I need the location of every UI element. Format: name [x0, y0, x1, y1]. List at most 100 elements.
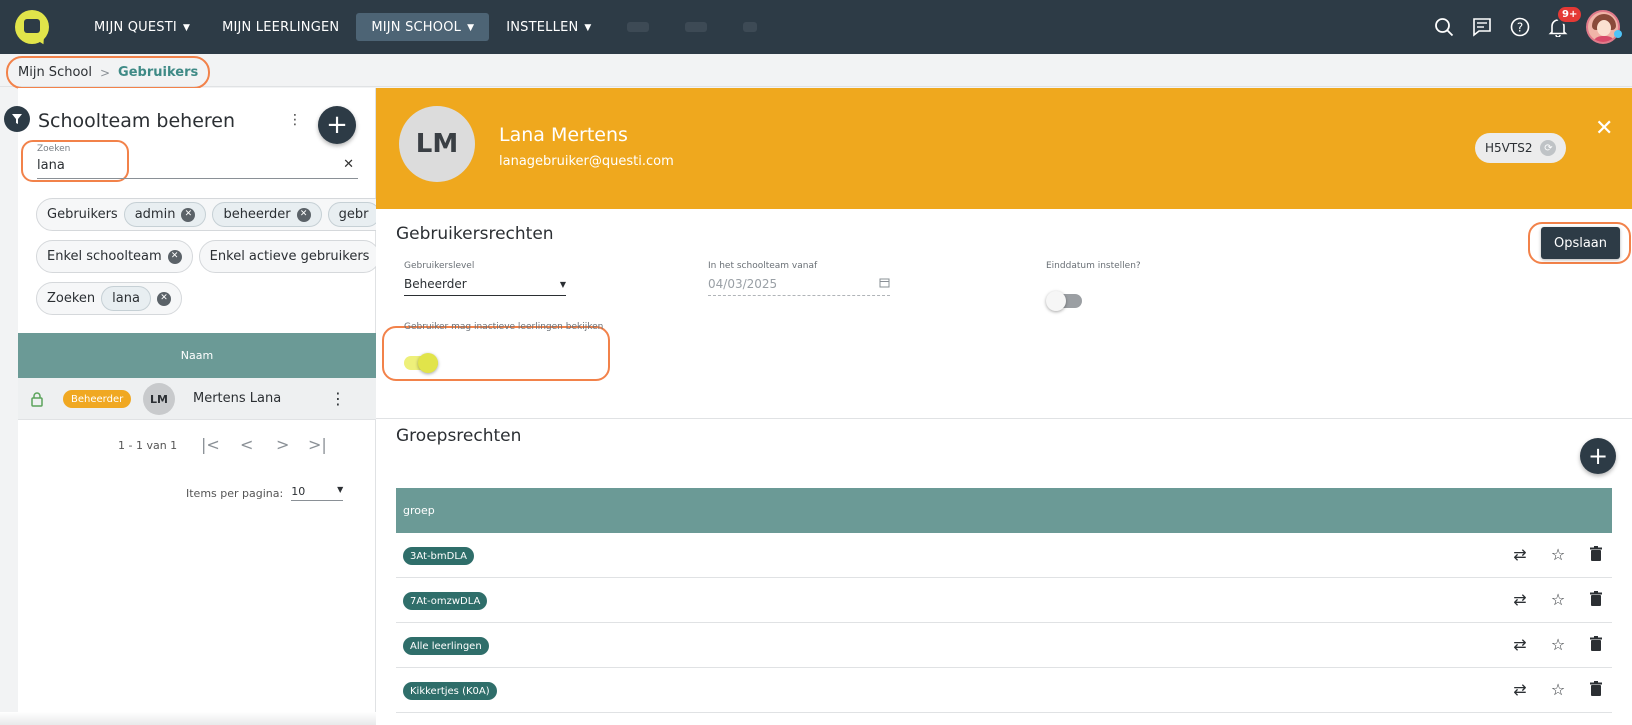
- calendar-icon[interactable]: [879, 277, 890, 291]
- first-page-icon[interactable]: |<: [201, 435, 220, 454]
- start-date-field[interactable]: In het schoolteam vanaf 04/03/2025: [708, 261, 890, 296]
- clear-search-icon[interactable]: ✕: [343, 157, 354, 172]
- star-icon[interactable]: ☆: [1548, 589, 1568, 609]
- nav-mijn-questi[interactable]: MIJN QUESTI ▼: [79, 13, 205, 41]
- nav-mijn-school[interactable]: MIJN SCHOOL ▼: [356, 13, 490, 41]
- search-icon[interactable]: [1434, 17, 1454, 37]
- toggle-knob: [418, 353, 438, 373]
- breadcrumb: Mijn School > Gebruikers: [6, 56, 211, 89]
- tag-label: admin: [134, 207, 176, 222]
- previous-page-icon[interactable]: <: [240, 435, 253, 454]
- group-tag: Kikkertjes (K0A): [403, 682, 497, 700]
- add-group-button[interactable]: +: [1580, 438, 1616, 474]
- filter-chip-zoeken[interactable]: Zoeken lana ✕: [36, 282, 182, 315]
- filter-tag-admin[interactable]: admin ✕: [123, 202, 207, 227]
- filter-chip-actieve-gebruikers[interactable]: Enkel actieve gebruikers: [198, 240, 376, 273]
- star-icon[interactable]: ☆: [1548, 544, 1568, 564]
- user-level-select[interactable]: Gebruikerslevel Beheerder ▼: [404, 261, 566, 296]
- remove-icon[interactable]: ✕: [167, 249, 182, 264]
- table-row: Alle leerlingen ⇄ ☆: [396, 623, 1612, 668]
- profile-name: Lana Mertens: [499, 124, 628, 146]
- blurred-nav-item: [684, 22, 707, 32]
- user-name[interactable]: Mertens Lana: [193, 391, 281, 406]
- section-title-rechten: Gebruikersrechten: [396, 224, 554, 244]
- next-page-icon[interactable]: >: [276, 435, 289, 454]
- nav-mijn-leerlingen[interactable]: MIJN LEERLINGEN: [207, 13, 354, 41]
- filter-chip-gebruikers[interactable]: Gebruikers admin ✕ beheerder ✕ gebr: [36, 198, 376, 231]
- filter-tag-gebruiker[interactable]: gebr: [327, 202, 376, 227]
- chip-label: Enkel actieve gebruikers: [209, 249, 370, 264]
- active-filters: Gebruikers admin ✕ beheerder ✕ gebr Enke…: [36, 198, 376, 318]
- section-title-groepen: Groepsrechten: [396, 426, 522, 446]
- filter-tag-beheerder[interactable]: beheerder ✕: [212, 202, 322, 227]
- star-icon[interactable]: ☆: [1548, 634, 1568, 654]
- delete-icon[interactable]: [1586, 589, 1606, 609]
- nav-instellen[interactable]: INSTELLEN ▼: [491, 13, 606, 41]
- footer-shadow: [0, 712, 376, 725]
- chat-icon[interactable]: [1472, 17, 1492, 37]
- chip-label: Zoeken: [47, 291, 96, 306]
- save-button[interactable]: Opslaan: [1541, 227, 1620, 259]
- filter-toggle-button[interactable]: [4, 106, 30, 132]
- search-value[interactable]: lana: [37, 158, 65, 173]
- remove-icon[interactable]: ✕: [156, 291, 171, 306]
- bell-icon[interactable]: 9+: [1548, 5, 1584, 38]
- column-groep[interactable]: groep: [403, 504, 435, 517]
- swap-icon[interactable]: ⇄: [1510, 634, 1530, 654]
- table-header: Naam: [18, 333, 376, 378]
- swap-icon[interactable]: ⇄: [1510, 679, 1530, 699]
- remove-icon[interactable]: ✕: [181, 207, 196, 222]
- close-icon[interactable]: ✕: [1595, 116, 1613, 141]
- chip-label: Gebruikers: [47, 207, 118, 222]
- column-naam[interactable]: Naam: [181, 349, 213, 362]
- delete-icon[interactable]: [1586, 544, 1606, 564]
- toggle-knob: [1046, 291, 1066, 311]
- filter-chip-enkel-schoolteam[interactable]: Enkel schoolteam ✕: [36, 240, 193, 273]
- profile-header: LM Lana Mertens lanagebruiker@questi.com…: [376, 88, 1632, 209]
- last-page-icon[interactable]: >|: [308, 435, 327, 454]
- profile-email: lanagebruiker@questi.com: [499, 154, 674, 169]
- search-input[interactable]: Zoeken lana ✕: [37, 144, 358, 179]
- svg-text:?: ?: [1517, 21, 1523, 35]
- swap-icon[interactable]: ⇄: [1510, 544, 1530, 564]
- refresh-icon[interactable]: ⟳: [1540, 140, 1557, 156]
- items-per-page-label: Items per pagina:: [186, 486, 284, 500]
- end-date-toggle[interactable]: [1046, 291, 1082, 311]
- row-menu-icon[interactable]: ⋮: [330, 389, 346, 408]
- remove-icon[interactable]: ✕: [296, 207, 311, 222]
- user-detail-panel: LM Lana Mertens lanagebruiker@questi.com…: [376, 88, 1632, 725]
- chevron-down-icon: ▼: [182, 23, 191, 33]
- user-code: H5VTS2: [1485, 141, 1533, 155]
- breadcrumb-current: Gebruikers: [118, 65, 199, 80]
- user-avatar[interactable]: [1586, 10, 1620, 44]
- user-code-chip: H5VTS2 ⟳: [1475, 133, 1567, 163]
- dropdown-arrow-icon: ▼: [559, 279, 566, 289]
- paginator: 1 - 1 van 1 |< < > >|: [18, 433, 376, 458]
- swap-icon[interactable]: ⇄: [1510, 589, 1530, 609]
- inactive-students-toggle[interactable]: [404, 353, 438, 373]
- tag-label: lana: [112, 291, 140, 306]
- chevron-down-icon: ▼: [584, 23, 592, 33]
- delete-icon[interactable]: [1586, 634, 1606, 654]
- blurred-nav-item: [742, 22, 757, 32]
- group-tag: 7At-omzwDLA: [403, 592, 488, 610]
- help-icon[interactable]: ?: [1510, 17, 1530, 37]
- panel-title: Schoolteam beheren: [38, 110, 236, 132]
- online-status-dot: [1614, 30, 1622, 38]
- profile-avatar: LM: [399, 106, 475, 182]
- add-user-button[interactable]: +: [318, 106, 356, 144]
- questi-logo[interactable]: [15, 10, 49, 47]
- table-row[interactable]: Beheerder LM Mertens Lana ⋮: [18, 378, 376, 420]
- page-range: 1 - 1 van 1: [118, 439, 178, 452]
- blurred-nav-item: [626, 22, 649, 32]
- delete-icon[interactable]: [1586, 679, 1606, 699]
- group-tag: 3At-bmDLA: [403, 547, 474, 565]
- breadcrumb-root[interactable]: Mijn School: [18, 65, 92, 80]
- group-table-header: groep: [396, 488, 1612, 533]
- more-options-icon[interactable]: ⋮: [288, 112, 302, 128]
- items-per-page-select[interactable]: 10 ▼: [291, 485, 344, 501]
- star-icon[interactable]: ☆: [1548, 679, 1568, 699]
- group-tag: Alle leerlingen: [403, 637, 489, 655]
- filter-tag-lana[interactable]: lana: [101, 286, 151, 311]
- role-badge: Beheerder: [63, 390, 132, 408]
